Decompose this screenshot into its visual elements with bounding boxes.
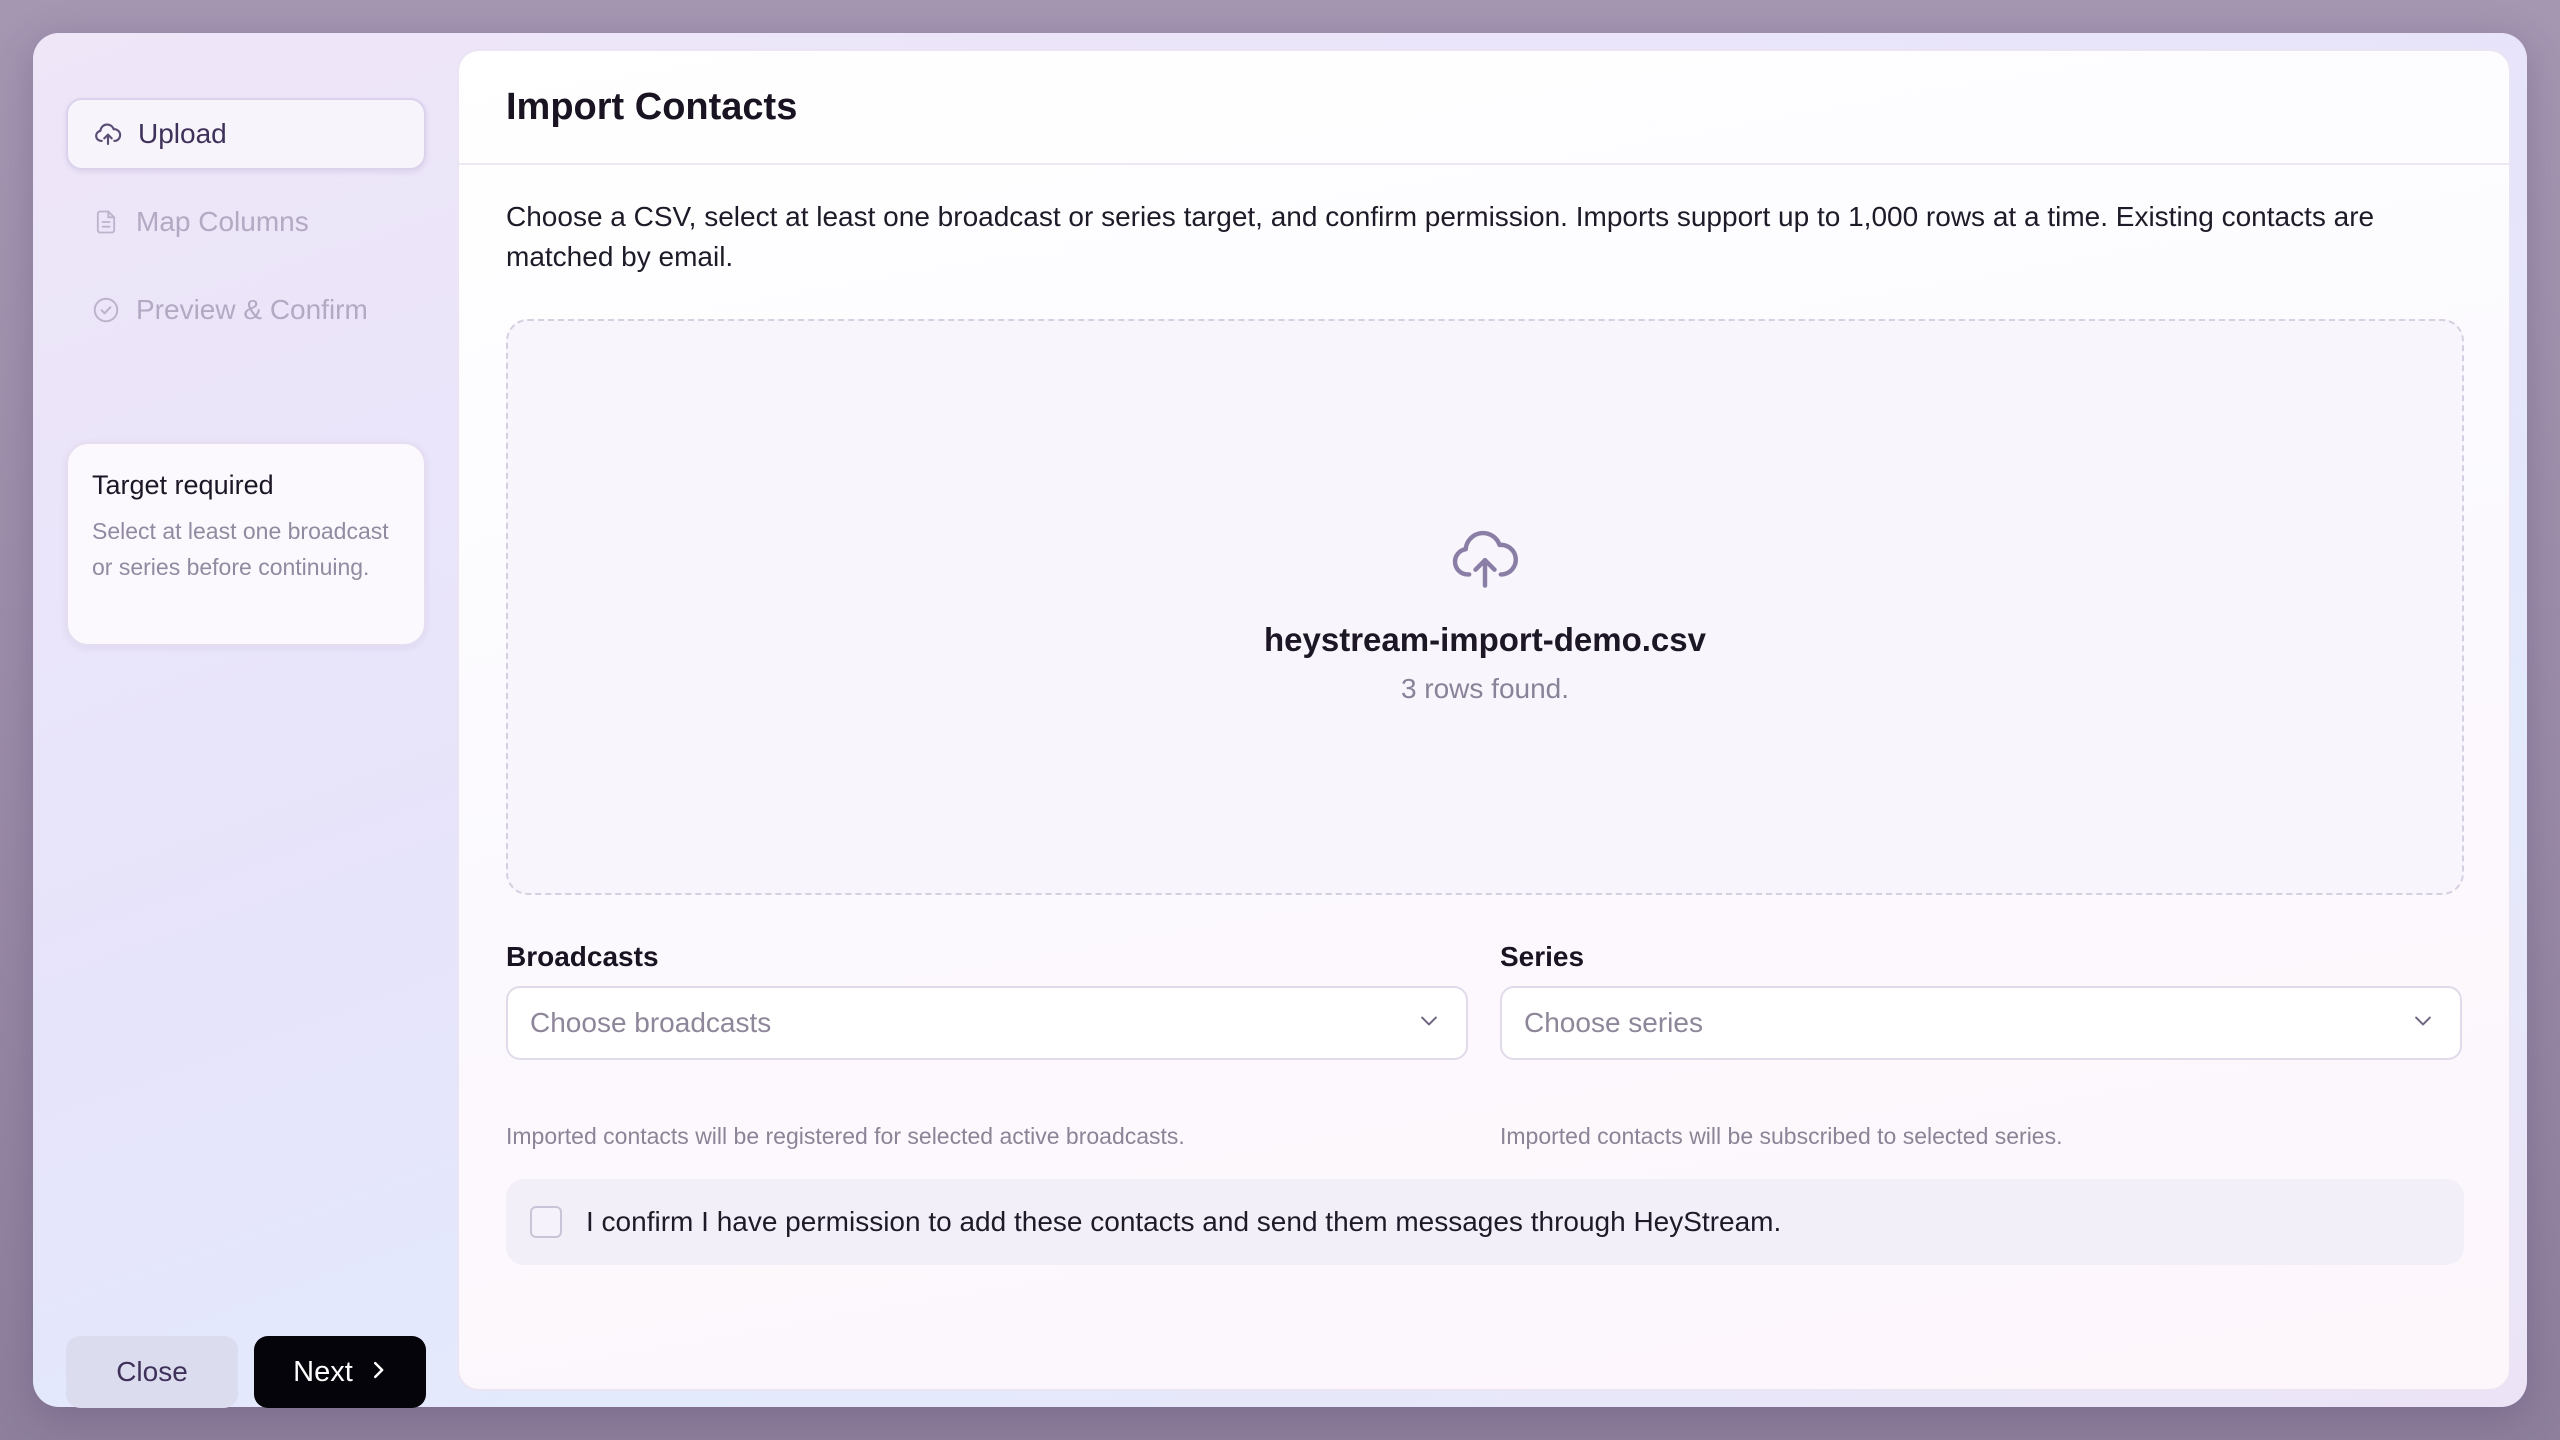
page-title: Import Contacts — [506, 85, 798, 128]
notice-title: Target required — [92, 470, 274, 500]
close-button[interactable]: Close — [66, 1336, 238, 1408]
panel-header: Import Contacts — [459, 51, 2509, 165]
broadcasts-select[interactable]: Choose broadcasts — [506, 986, 1468, 1060]
rows-found: 3 rows found. — [1400, 673, 1570, 704]
permission-checkbox[interactable] — [530, 1206, 562, 1238]
main-panel: Import Contacts Choose a CSV, select at … — [457, 49, 2511, 1391]
next-button-label: Next — [293, 1355, 353, 1388]
step-map-columns-label: Map Columns — [136, 206, 309, 237]
step-upload-label: Upload — [138, 118, 227, 149]
step-preview-confirm[interactable]: Preview & Confirm — [66, 274, 426, 346]
step-upload[interactable]: Upload — [66, 98, 426, 170]
permission-confirmation[interactable]: I confirm I have permission to add these… — [506, 1179, 2464, 1265]
import-description: Choose a CSV, select at least one broadc… — [506, 201, 2375, 272]
broadcasts-hint: Imported contacts will be registered for… — [506, 1123, 1185, 1149]
chevron-down-icon — [2412, 1014, 2434, 1033]
cloud-upload-icon — [92, 118, 124, 150]
series-label: Series — [1500, 941, 1585, 972]
series-placeholder: Choose series — [1524, 1007, 1703, 1038]
file-dropzone[interactable]: heystream-import-demo.csv 3 rows found. — [506, 319, 2464, 895]
notice-description: Select at least one broadcast or series … — [92, 518, 389, 580]
cloud-upload-icon — [1447, 519, 1523, 595]
broadcasts-label: Broadcasts — [506, 941, 659, 972]
chevron-right-icon — [369, 1356, 387, 1389]
step-preview-confirm-label: Preview & Confirm — [136, 294, 368, 325]
series-hint: Imported contacts will be subscribed to … — [1500, 1123, 2063, 1149]
next-button[interactable]: Next — [254, 1336, 426, 1408]
file-name: heystream-import-demo.csv — [1264, 621, 1706, 658]
series-select[interactable]: Choose series — [1500, 986, 2462, 1060]
step-map-columns[interactable]: Map Columns — [66, 186, 426, 258]
import-contacts-modal: Upload Map Columns Preview & Confirm Tar… — [33, 33, 2527, 1408]
chevron-down-icon — [1418, 1014, 1440, 1033]
check-circle-icon — [90, 294, 122, 326]
target-required-notice: Target required Select at least one broa… — [66, 442, 426, 646]
sidebar: Upload Map Columns Preview & Confirm Tar… — [66, 66, 426, 1408]
document-icon — [90, 206, 122, 238]
broadcasts-placeholder: Choose broadcasts — [530, 1007, 772, 1038]
permission-text: I confirm I have permission to add these… — [586, 1206, 1782, 1237]
